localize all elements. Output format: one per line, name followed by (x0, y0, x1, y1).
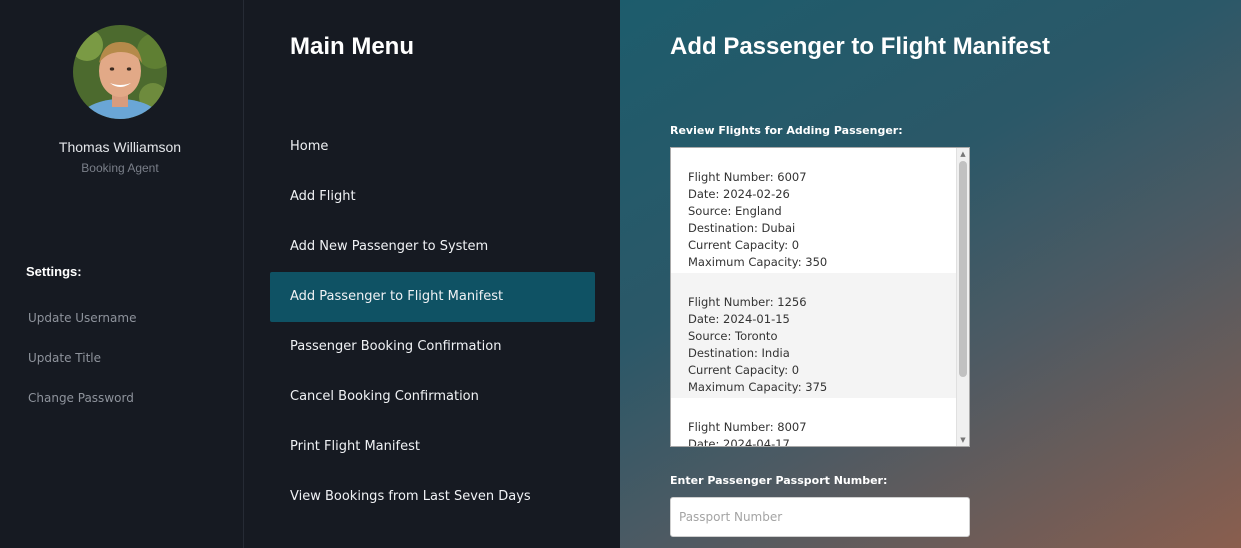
menu-item-view-bookings[interactable]: View Bookings from Last Seven Days (270, 472, 595, 522)
update-username-link[interactable]: Update Username (28, 311, 136, 325)
passport-label: Enter Passenger Passport Number: (670, 474, 888, 487)
flight-current-capacity: Current Capacity: 0 (688, 238, 800, 252)
flight-source: Source: England (688, 204, 782, 218)
flight-current-capacity: Current Capacity: 0 (688, 363, 800, 377)
flight-option[interactable]: Flight Number: 8007 Date: 2024-04-17 (671, 398, 957, 447)
flight-number: Flight Number: 1256 (688, 295, 807, 309)
flight-source: Source: Toronto (688, 329, 778, 343)
scroll-up-arrow-icon[interactable]: ▲ (957, 148, 969, 160)
menu-item-add-passenger-to-manifest[interactable]: Add Passenger to Flight Manifest (270, 272, 595, 322)
menu-item-booking-confirmation[interactable]: Passenger Booking Confirmation (270, 322, 595, 372)
listbox-scrollbar[interactable]: ▲ ▼ (956, 148, 969, 446)
scroll-down-arrow-icon[interactable]: ▼ (957, 434, 969, 446)
update-title-link[interactable]: Update Title (28, 351, 101, 365)
menu-item-home[interactable]: Home (270, 122, 595, 172)
profile-title: Booking Agent (81, 161, 159, 175)
flight-number: Flight Number: 6007 (688, 170, 807, 184)
change-password-link[interactable]: Change Password (28, 391, 134, 405)
passport-number-input[interactable] (670, 497, 970, 537)
flight-date: Date: 2024-02-26 (688, 187, 790, 201)
scroll-thumb[interactable] (959, 161, 967, 377)
flight-max-capacity: Maximum Capacity: 375 (688, 380, 828, 394)
avatar (73, 25, 167, 119)
flight-max-capacity: Maximum Capacity: 350 (688, 255, 828, 269)
flight-destination: Destination: India (688, 346, 790, 360)
flights-listbox[interactable]: Flight Number: 6007 Date: 2024-02-26 Sou… (670, 147, 970, 447)
user-photo-icon (73, 25, 167, 119)
menu-item-cancel-booking[interactable]: Cancel Booking Confirmation (270, 372, 595, 422)
content-panel: Add Passenger to Flight Manifest Review … (620, 0, 1241, 548)
profile-name: Thomas Williamson (58, 139, 182, 155)
flight-date: Date: 2024-04-17 (688, 437, 790, 447)
flight-destination: Destination: Dubai (688, 221, 796, 235)
page-title: Add Passenger to Flight Manifest (670, 33, 1051, 60)
flight-option[interactable]: Flight Number: 6007 Date: 2024-02-26 Sou… (671, 148, 957, 273)
flight-number: Flight Number: 8007 (688, 420, 807, 434)
profile-sidebar: Thomas Williamson Booking Agent Settings… (0, 0, 244, 548)
menu-item-print-manifest[interactable]: Print Flight Manifest (270, 422, 595, 472)
menu-item-add-new-passenger[interactable]: Add New Passenger to System (270, 222, 595, 272)
flights-list-label: Review Flights for Adding Passenger: (670, 124, 903, 137)
main-menu: Main Menu Home Add Flight Add New Passen… (245, 0, 620, 548)
flight-option[interactable]: Flight Number: 1256 Date: 2024-01-15 Sou… (671, 273, 957, 398)
flight-date: Date: 2024-01-15 (688, 312, 790, 326)
settings-heading: Settings: (26, 264, 82, 279)
menu-item-add-flight[interactable]: Add Flight (270, 172, 595, 222)
flight-entries: Flight Number: 6007 Date: 2024-02-26 Sou… (671, 148, 957, 447)
menu-title: Main Menu (290, 33, 414, 60)
